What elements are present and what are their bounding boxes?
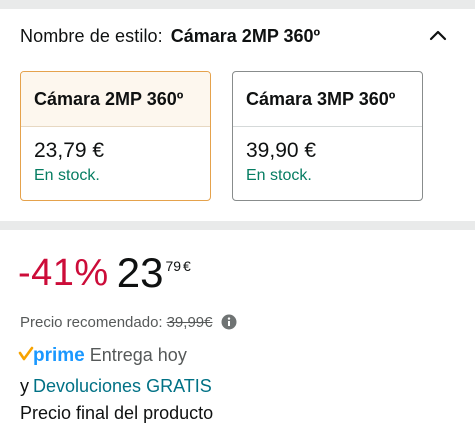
info-icon[interactable] xyxy=(221,314,237,330)
recommended-price: Precio recomendado: 39,99€ xyxy=(20,314,237,331)
style-option-2mp[interactable]: Cámara 2MP 360º 23,79 € En stock. xyxy=(20,71,211,201)
option-title: Cámara 3MP 360º xyxy=(233,72,422,127)
free-returns-link[interactable]: Devoluciones GRATIS xyxy=(33,376,212,396)
option-stock-status: En stock. xyxy=(246,167,312,184)
prime-delivery: prime Entrega hoy xyxy=(18,345,187,367)
recommended-price-value: 39,99€ xyxy=(166,314,213,331)
price-fraction: 79 xyxy=(165,258,182,274)
style-selector-header[interactable]: Nombre de estilo: Cámara 2MP 360º xyxy=(20,26,455,54)
price-currency: € xyxy=(183,258,191,274)
section-divider-top xyxy=(0,0,475,9)
delivery-text: Entrega hoy xyxy=(89,345,187,365)
prime-logo-text: prime xyxy=(33,345,85,366)
option-price: 39,90 € xyxy=(246,139,317,162)
returns-prefix: y xyxy=(20,376,29,396)
style-option-3mp[interactable]: Cámara 3MP 360º 39,90 € En stock. xyxy=(232,71,423,201)
style-selected-value: Cámara 2MP 360º xyxy=(170,26,321,46)
style-label: Nombre de estilo: xyxy=(20,26,163,46)
returns-info: y Devoluciones GRATIS xyxy=(20,376,212,397)
section-divider-middle xyxy=(0,221,475,230)
prime-check-icon xyxy=(18,346,34,361)
discount-percentage: -41% xyxy=(18,252,109,294)
final-price-note: Precio final del producto xyxy=(20,403,214,423)
price-whole: 23 xyxy=(116,249,164,296)
price-block: -41% 23 79 € xyxy=(18,252,191,302)
recommended-price-label: Precio recomendado: xyxy=(20,314,163,331)
option-stock-status: En stock. xyxy=(34,167,100,184)
option-price: 23,79 € xyxy=(34,139,105,162)
option-title: Cámara 2MP 360º xyxy=(21,72,210,127)
chevron-up-icon[interactable] xyxy=(429,28,447,42)
